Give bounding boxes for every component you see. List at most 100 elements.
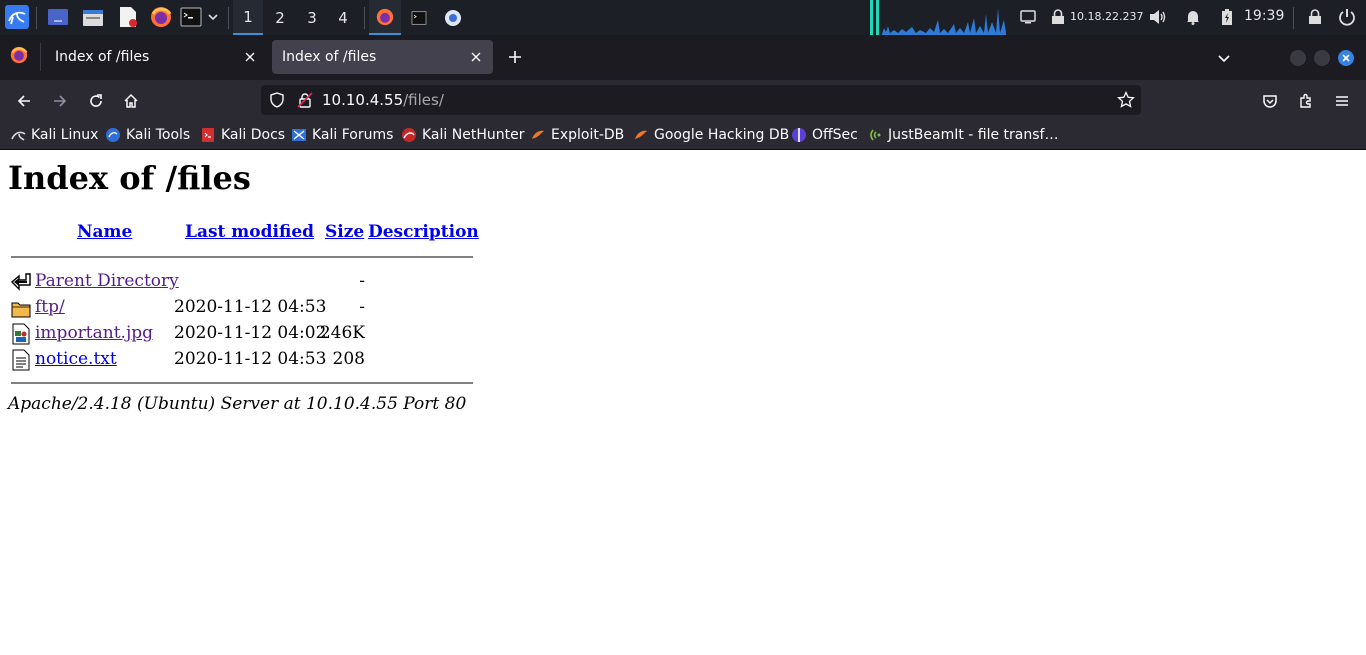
- file-manager-icon[interactable]: [81, 5, 105, 29]
- url-text[interactable]: 10.10.4.55/files/: [322, 85, 444, 115]
- file-size: 208: [332, 349, 365, 369]
- show-desktop-icon[interactable]: [46, 5, 70, 29]
- minimize-button[interactable]: [1290, 50, 1306, 66]
- tab-title: Index of /files: [55, 49, 150, 65]
- folder-icon: [11, 302, 31, 318]
- bookmark-label: Google Hacking DB: [654, 127, 790, 143]
- close-icon[interactable]: [241, 48, 259, 66]
- header-divider: [11, 256, 473, 258]
- tab-2[interactable]: Index of /files: [272, 40, 493, 74]
- kali-nethunter-icon: [402, 128, 416, 142]
- plus-icon: [509, 51, 521, 63]
- workspace-4[interactable]: 4: [328, 0, 358, 35]
- file-link[interactable]: notice.txt: [35, 349, 117, 369]
- reload-icon: [90, 94, 102, 107]
- chevron-down-icon[interactable]: [205, 5, 221, 29]
- kali-menu-icon[interactable]: [4, 5, 30, 29]
- exploit-db-icon: [532, 130, 544, 139]
- home-icon: [124, 93, 138, 108]
- bookmark-kali-docs[interactable]: Kali Docs: [200, 120, 285, 150]
- bookmark-star-icon[interactable]: [1117, 90, 1135, 113]
- power-icon[interactable]: [1335, 5, 1359, 29]
- forward-button[interactable]: [46, 87, 74, 115]
- taskbar-app[interactable]: [437, 0, 469, 35]
- justbeamit-icon: [870, 129, 881, 141]
- tracking-protection-shield-icon[interactable]: [269, 92, 285, 112]
- network-monitor-icon[interactable]: [1018, 5, 1038, 29]
- page-content: Index of /files Name Last modified Size …: [0, 151, 1366, 655]
- clock[interactable]: 19:39: [1244, 0, 1284, 35]
- text-editor-icon[interactable]: [116, 5, 140, 29]
- bookmark-kali-forums[interactable]: Kali Forums: [291, 120, 393, 150]
- taskbar-terminal[interactable]: [403, 0, 435, 35]
- vpn-lock-icon[interactable]: [1049, 5, 1067, 29]
- kali-dragon-icon: [11, 131, 26, 141]
- chevron-down-icon: [1218, 55, 1230, 63]
- workspace-1[interactable]: 1: [233, 0, 263, 35]
- bookmark-label: OffSec: [812, 127, 858, 143]
- file-link[interactable]: important.jpg: [35, 323, 153, 343]
- bookmark-exploit-db[interactable]: Exploit-DB: [530, 120, 624, 150]
- taskbar-firefox[interactable]: [369, 0, 401, 35]
- pocket-button[interactable]: [1256, 87, 1284, 115]
- table-row: notice.txt 2020-11-12 04:53 208: [0, 349, 365, 373]
- bookmark-kali-nethunter[interactable]: Kali NetHunter: [401, 120, 524, 150]
- file-modified: 2020-11-12 04:53: [174, 349, 327, 369]
- file-link[interactable]: Parent Directory: [35, 271, 179, 291]
- app-icon: [445, 9, 461, 26]
- firefox-launcher-icon[interactable]: [149, 5, 173, 29]
- workspace-2[interactable]: 2: [265, 0, 295, 35]
- bookmark-label: Exploit-DB: [551, 127, 625, 143]
- puzzle-icon: [1300, 93, 1311, 108]
- bookmark-kali-linux[interactable]: Kali Linux: [10, 120, 98, 150]
- close-icon[interactable]: [467, 48, 485, 66]
- workspace-3[interactable]: 3: [297, 0, 327, 35]
- close-window-button[interactable]: [1338, 50, 1354, 66]
- tab-1[interactable]: Index of /files: [45, 40, 267, 74]
- pocket-icon: [1263, 95, 1277, 108]
- kali-docs-icon: [202, 128, 214, 142]
- bookmark-label: Kali NetHunter: [422, 127, 525, 143]
- home-button[interactable]: [117, 87, 145, 115]
- footer-divider: [11, 382, 473, 384]
- kali-forums-icon: [292, 129, 306, 141]
- column-header-name[interactable]: Name: [77, 222, 132, 242]
- terminal-icon: [411, 10, 427, 25]
- maximize-button[interactable]: [1314, 50, 1330, 66]
- list-all-tabs-button[interactable]: [1212, 46, 1236, 70]
- kali-tools-icon: [106, 128, 120, 142]
- tab-title: Index of /files: [282, 49, 377, 65]
- reload-button[interactable]: [82, 87, 110, 115]
- back-button[interactable]: [10, 87, 38, 115]
- bookmark-offsec[interactable]: OffSec: [791, 120, 858, 150]
- notification-bell-icon[interactable]: [1183, 5, 1203, 29]
- server-signature: Apache/2.4.18 (Ubuntu) Server at 10.10.4…: [8, 394, 467, 414]
- table-row: ftp/ 2020-11-12 04:53 -: [0, 297, 365, 321]
- column-header-size[interactable]: Size: [325, 222, 364, 242]
- url-path: /files/: [403, 91, 444, 109]
- extensions-button[interactable]: [1292, 87, 1320, 115]
- app-menu-button[interactable]: [1328, 87, 1356, 115]
- firefox-view-icon[interactable]: [10, 46, 30, 66]
- lock-screen-icon[interactable]: [1305, 5, 1325, 29]
- bookmark-kali-tools[interactable]: Kali Tools: [105, 120, 190, 150]
- new-tab-button[interactable]: [503, 45, 527, 69]
- bookmark-label: Kali Linux: [31, 127, 99, 143]
- battery-charging-icon[interactable]: [1217, 5, 1237, 29]
- file-size: -: [359, 297, 365, 317]
- insecure-lock-icon[interactable]: [297, 92, 313, 112]
- bookmark-label: Kali Tools: [126, 127, 191, 143]
- terminal-launcher-icon[interactable]: [179, 5, 203, 29]
- cpu-graph: [868, 0, 1008, 35]
- text-file-icon: [12, 349, 30, 371]
- volume-icon[interactable]: [1148, 5, 1168, 29]
- bookmark-label: JustBeamIt - file transf…: [888, 127, 1059, 143]
- tab-strip: Index of /files Index of /files: [0, 35, 1366, 80]
- bookmark-justbeamit[interactable]: JustBeamIt - file transf…: [867, 120, 1058, 150]
- bookmark-google-hacking-db[interactable]: Google Hacking DB: [633, 120, 789, 150]
- file-link[interactable]: ftp/: [35, 297, 65, 317]
- url-host: 10.10.4.55: [322, 91, 404, 109]
- file-modified: 2020-11-12 04:53: [174, 297, 327, 317]
- column-header-description[interactable]: Description: [368, 222, 479, 242]
- column-header-last-modified[interactable]: Last modified: [185, 222, 314, 242]
